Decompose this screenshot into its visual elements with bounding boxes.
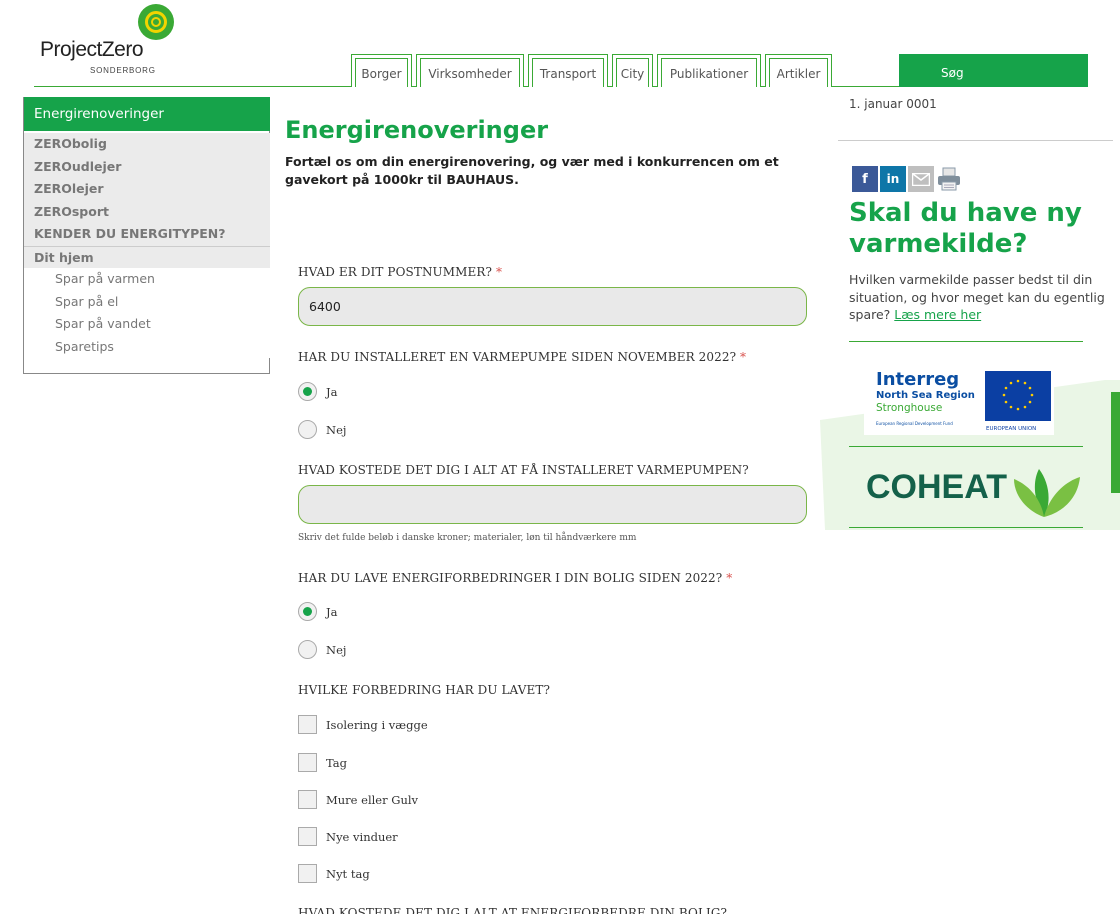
radio-varmepumpe-ja[interactable] (298, 382, 317, 401)
sidebar-item-zerosport[interactable]: ZEROsport (24, 200, 270, 223)
varmepumpe-pris-input[interactable] (298, 485, 807, 524)
required-marker: * (740, 350, 747, 364)
question-postnummer: HVAD ER DIT POSTNUMMER? * (298, 265, 503, 279)
radio-label: Ja (326, 605, 338, 619)
tab-borger[interactable]: Borger (351, 54, 412, 87)
projectzero-logo[interactable]: ProjectZero SONDERBORG (40, 4, 175, 78)
question-energiforbedringer: HAR DU LAVE ENERGIFORBEDRINGER I DIN BOL… (298, 571, 733, 585)
promo-link[interactable]: Læs mere her (894, 307, 981, 322)
sidebar-subitem-sparetips[interactable]: Sparetips (24, 335, 270, 358)
article-date: 1. januar 0001 (849, 97, 937, 111)
interreg-fund: European Regional Development Fund (876, 421, 953, 426)
radio-varmepumpe-nej[interactable] (298, 420, 317, 439)
tab-artikler[interactable]: Artikler (765, 54, 832, 87)
question-hvilke-forbedringer: HVILKE FORBEDRING HAR DU LAVET? (298, 683, 550, 697)
checkbox-label: Tag (326, 756, 347, 770)
email-share-button[interactable] (908, 166, 934, 192)
sidebar-item-energitypen[interactable]: KENDER DU ENERGITYPEN? (24, 223, 270, 246)
tab-transport[interactable]: Transport (528, 54, 608, 87)
promo-title: Skal du have ny varmekilde? (849, 198, 1082, 259)
linkedin-share-button[interactable]: in (880, 166, 906, 192)
checkbox-label: Isolering i vægge (326, 718, 428, 732)
radio-forbedringer-nej[interactable] (298, 640, 317, 659)
coheat-text: COHEAT (866, 468, 1007, 506)
radio-label: Nej (326, 423, 347, 437)
checkbox-isolering[interactable] (298, 715, 317, 734)
checkbox-tag[interactable] (298, 753, 317, 772)
coheat-logo[interactable]: COHEAT (864, 457, 1084, 517)
page-intro: Fortæl os om din energirenovering, og væ… (285, 154, 779, 187)
logo-text: ProjectZero (40, 38, 144, 61)
eu-label: EUROPEAN UNION (986, 426, 1036, 432)
sidebar-item-zeroudlejer[interactable]: ZEROudlejer (24, 155, 270, 178)
linkedin-icon: in (886, 172, 900, 186)
required-marker: * (495, 265, 503, 279)
sidebar-item-zerobolig[interactable]: ZERObolig (24, 133, 270, 156)
divider (849, 446, 1083, 447)
divider (849, 527, 1083, 528)
question-varmepumpe: HAR DU INSTALLERET EN VARMEPUMPE SIDEN N… (298, 350, 747, 364)
checkbox-label: Nye vinduer (326, 830, 398, 844)
tab-publikationer[interactable]: Publikationer (657, 54, 761, 87)
sidebar-item-dit-hjem[interactable]: Dit hjem (24, 245, 270, 268)
interreg-region: North Sea Region (876, 390, 975, 401)
spiral-logo-icon (138, 4, 174, 40)
radio-forbedringer-ja[interactable] (298, 602, 317, 621)
checkbox-nyt-tag[interactable] (298, 864, 317, 883)
field-hint: Skriv det fulde beløb i danske kroner; m… (298, 533, 637, 543)
checkbox-label: Mure eller Gulv (326, 793, 419, 807)
checkbox-nye-vinduer[interactable] (298, 827, 317, 846)
required-marker: * (726, 571, 733, 585)
leaf-icon (1014, 469, 1080, 517)
postnummer-input[interactable]: 6400 (298, 287, 807, 326)
radio-label: Nej (326, 643, 347, 657)
envelope-icon (912, 172, 930, 186)
sidebar: Energirenoveringer ZERObolig ZEROudlejer… (23, 97, 270, 374)
divider (838, 140, 1113, 141)
sidebar-subitem-varmen[interactable]: Spar på varmen (24, 268, 270, 291)
interreg-title: Interreg (876, 369, 959, 390)
checkbox-mure-gulv[interactable] (298, 790, 317, 809)
print-button[interactable] (936, 166, 962, 192)
sidebar-subitem-vandet[interactable]: Spar på vandet (24, 313, 270, 336)
logo-subtitle: SONDERBORG (90, 66, 156, 75)
printer-icon (938, 167, 960, 191)
promo-text: Hvilken varmekilde passer bedst til din … (849, 272, 1105, 322)
interreg-logo[interactable]: Interreg North Sea Region Stronghouse Eu… (864, 367, 1054, 435)
tab-virksomheder[interactable]: Virksomheder (416, 54, 524, 87)
page-title: Energirenoveringer (285, 116, 549, 144)
radio-label: Ja (326, 385, 338, 399)
facebook-share-button[interactable]: f (852, 166, 878, 192)
tab-city[interactable]: City (612, 54, 653, 87)
eu-flag-icon (985, 371, 1051, 421)
sidebar-title[interactable]: Energirenoveringer (24, 97, 270, 131)
question-forbedring-pris: HVAD KOSTEDE DET DIG I ALT AT ENERGIFORB… (298, 906, 728, 914)
interreg-project: Stronghouse (876, 402, 942, 414)
search-tab[interactable]: Søg (899, 54, 1088, 87)
decorative-green-bar (1111, 392, 1120, 493)
sidebar-menu: ZERObolig ZEROudlejer ZEROlejer ZEROspor… (24, 133, 270, 358)
divider (849, 341, 1083, 342)
sidebar-item-zerolejer[interactable]: ZEROlejer (24, 178, 270, 201)
checkbox-label: Nyt tag (326, 867, 370, 881)
facebook-icon: f (862, 171, 868, 187)
sidebar-subitem-el[interactable]: Spar på el (24, 290, 270, 313)
question-varmepumpe-pris: HVAD KOSTEDE DET DIG I ALT AT FÅ INSTALL… (298, 463, 749, 477)
